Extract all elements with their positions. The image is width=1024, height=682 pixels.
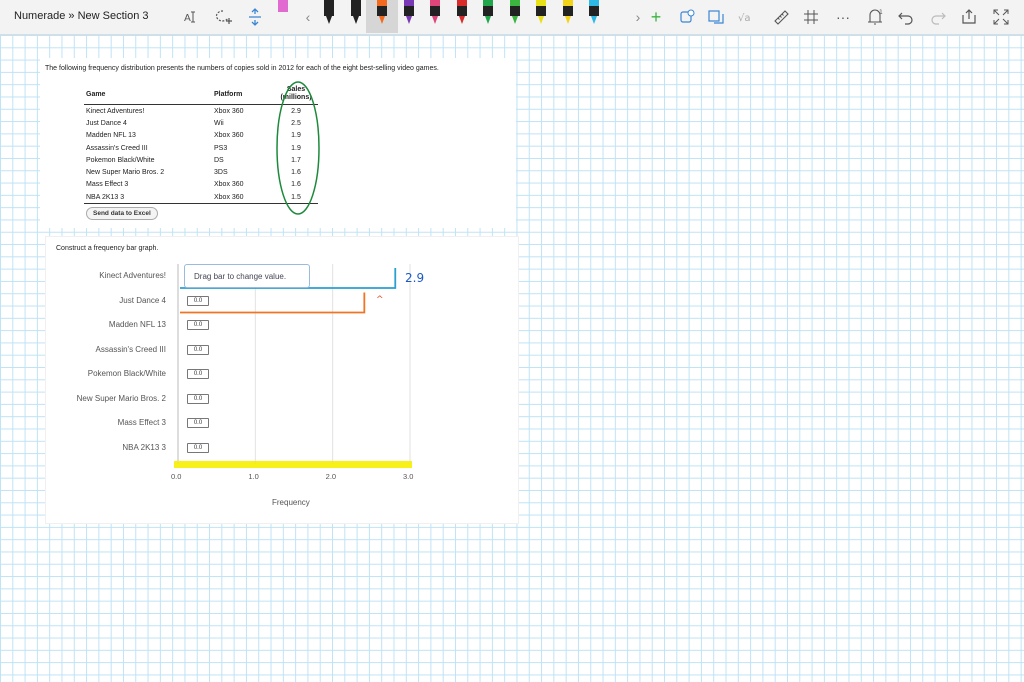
category-label: Pokemon Black/White xyxy=(87,369,166,378)
bar-value-box[interactable]: 0.0 xyxy=(187,344,209,355)
x-tick-label: 1.0 xyxy=(248,472,259,481)
bar-value-box[interactable]: 0.0 xyxy=(187,295,209,306)
bar-value-box[interactable]: 0.0 xyxy=(187,393,209,404)
category-label: Madden NFL 13 xyxy=(108,320,166,329)
category-label: New Super Mario Bros. 2 xyxy=(76,393,166,403)
category-label: Mass Effect 3 xyxy=(117,418,166,427)
bar-value-box[interactable]: 0.0 xyxy=(187,320,209,330)
bar-value-box[interactable]: 0.0 xyxy=(187,369,209,379)
bar-value-box[interactable]: 0.0 xyxy=(187,442,209,453)
category-label: Just Dance 4 xyxy=(119,295,166,305)
x-axis-label: Frequency xyxy=(272,498,310,507)
x-tick-label: 0.0 xyxy=(171,472,182,481)
category-label: Assassin's Creed III xyxy=(95,344,166,354)
x-tick-label: 2.0 xyxy=(325,472,337,481)
x-tick-label: 3.0 xyxy=(403,472,414,481)
x-axis-highlight xyxy=(174,461,412,468)
drag-tooltip: Drag bar to change value. xyxy=(184,264,310,288)
category-label: Kinect Adventures! xyxy=(99,271,166,280)
bar-chart[interactable] xyxy=(0,0,1024,682)
bar-value-box[interactable]: 0.0 xyxy=(187,418,209,428)
category-label: NBA 2K13 3 xyxy=(122,442,166,452)
